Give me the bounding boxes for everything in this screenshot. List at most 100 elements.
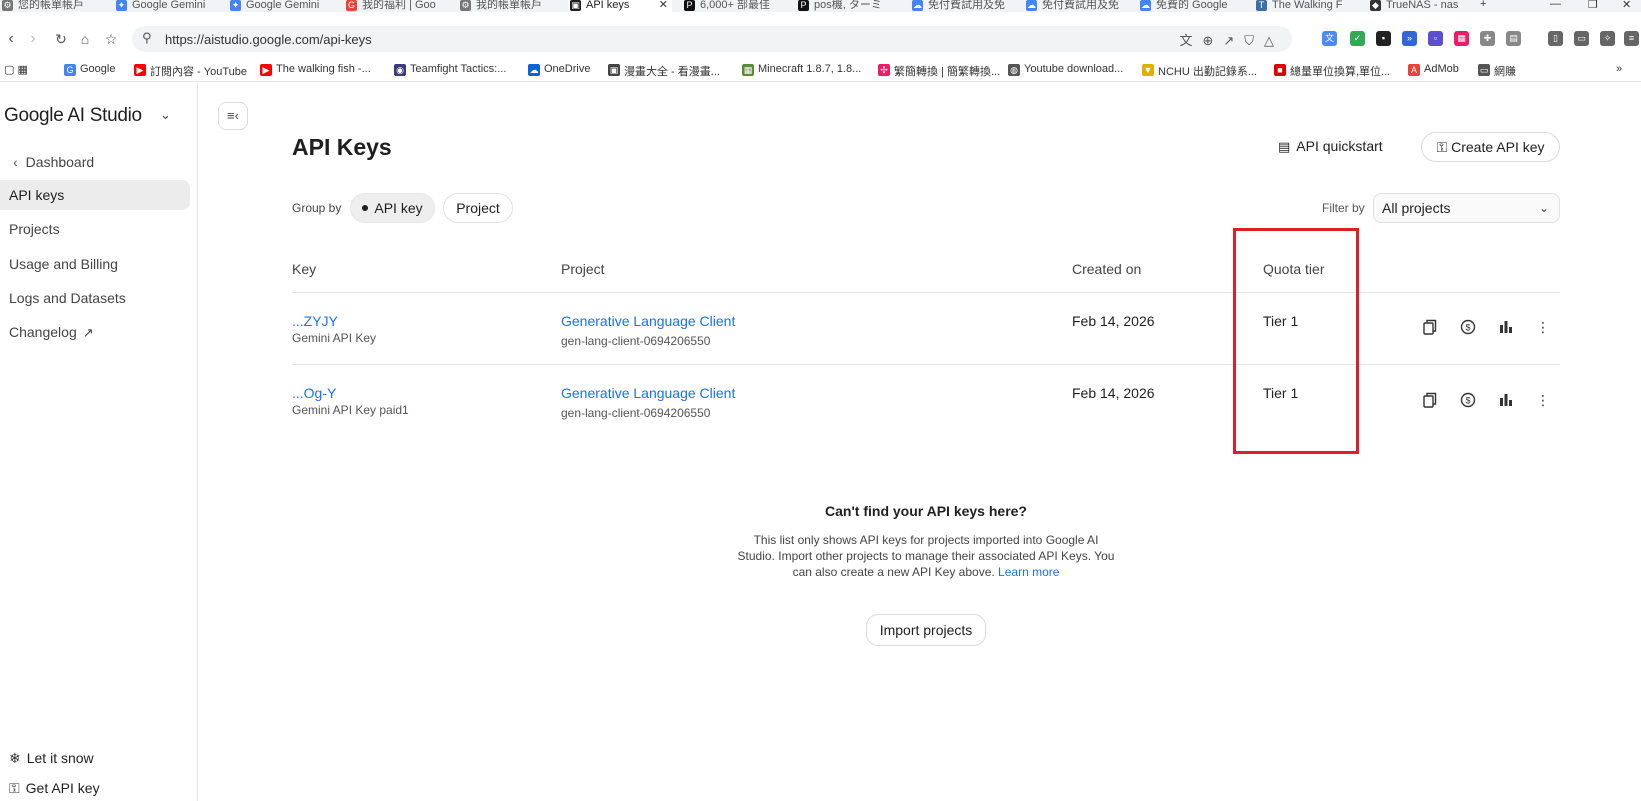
collapse-sidebar-button[interactable]: ≡‹	[218, 102, 248, 130]
bookmark-item[interactable]: ▼ NCHU 出勤記錄系...	[1142, 63, 1257, 79]
bookmark-item[interactable]: ▶ The walking fish -...	[260, 63, 371, 76]
ext-icon[interactable]: ▪	[1376, 31, 1391, 46]
menu-icon[interactable]: ≡	[1624, 31, 1639, 46]
create-api-key-button[interactable]: ⚿ Create API key	[1421, 132, 1560, 162]
sidebar-item-usage-billing[interactable]: Usage and Billing	[0, 249, 190, 279]
key-link[interactable]: ...Og-Y	[292, 385, 336, 401]
browser-tab[interactable]: ✦ Google Gemini	[114, 0, 214, 12]
bookmark-icon[interactable]: ☆	[100, 28, 122, 50]
bookmark-item[interactable]: ▶ 訂閱內容 - YouTube	[134, 63, 247, 79]
sidebar-item-changelog[interactable]: Changelog ↗	[0, 317, 190, 347]
api-quickstart-link[interactable]: ▤ API quickstart	[1278, 138, 1383, 155]
translate-ext-icon[interactable]: 文	[1322, 31, 1337, 46]
sidebar: Google AI Studio ⌄ ‹ Dashboard API keys P…	[0, 83, 198, 801]
browser-tab[interactable]: ✦ Google Gemini	[228, 0, 328, 12]
project-link[interactable]: Generative Language Client	[561, 385, 735, 401]
gear-icon: ⚙	[2, 0, 13, 11]
back-to-dashboard[interactable]: ‹ Dashboard	[13, 154, 94, 170]
chevron-down-icon: ⌄	[1538, 201, 1549, 215]
browser-toolbar: ‹ › ↻ ⌂ ☆ ⚲ https://aistudio.google.com/…	[0, 24, 1641, 54]
copy-icon[interactable]	[1420, 317, 1440, 337]
bookmark-item[interactable]: ◍ Youtube download...	[1008, 63, 1123, 76]
more-bookmarks-icon[interactable]: »	[1616, 63, 1622, 75]
sidebar-item-projects[interactable]: Projects	[0, 214, 190, 244]
bookmark-item[interactable]: ✣ 繁簡轉換 | 簡繁轉換...	[878, 63, 1000, 79]
bookmarks-bar: ▢ ▦ G Google ▶ 訂閱內容 - YouTube ▶ The walking…	[0, 58, 1641, 82]
minimize-icon[interactable]: —	[1550, 0, 1561, 10]
bookmark-item[interactable]: ☁ OneDrive	[528, 63, 590, 76]
get-api-key-button[interactable]: ⚿ Get API key	[9, 780, 100, 797]
billing-icon[interactable]: $	[1458, 390, 1478, 410]
chevron-left-icon: ‹	[13, 154, 18, 170]
learn-more-link[interactable]: Learn more	[998, 565, 1059, 579]
browser-tab[interactable]: ◆ TrueNAS - nas	[1368, 0, 1468, 12]
let-it-snow-button[interactable]: ❄ Let it snow	[9, 750, 94, 767]
wallet-icon[interactable]: ▭	[1574, 31, 1589, 46]
chevron-down-icon[interactable]: ⌄	[160, 107, 171, 123]
ext-icon[interactable]: ▤	[1506, 31, 1521, 46]
billing-icon[interactable]: $	[1458, 317, 1478, 337]
address-bar-icons[interactable]: 文⊕↗⛉△	[1179, 30, 1284, 49]
browser-tab[interactable]: Ppos機, ターミ	[796, 0, 896, 12]
bookmark-item[interactable]: A AdMob	[1408, 63, 1459, 76]
red-square-icon: ■	[1274, 64, 1286, 76]
more-options-icon[interactable]: ⋮	[1533, 317, 1553, 337]
bookmark-item[interactable]: G Google	[64, 63, 115, 76]
more-options-icon[interactable]: ⋮	[1533, 390, 1553, 410]
ext-icon[interactable]: ▦	[1454, 31, 1469, 46]
browser-tab[interactable]: ☁ 免付費試用及免	[910, 0, 1010, 12]
puzzle-icon[interactable]: ✚	[1480, 31, 1495, 46]
group-by-label: Group by	[292, 201, 342, 215]
browser-tab[interactable]: ⚙ 您的帳單帳戶	[0, 0, 104, 12]
key-link[interactable]: ...ZYJY	[292, 313, 338, 329]
minecraft-icon: ▦	[742, 64, 754, 76]
bookmark-folder[interactable]: ▭ 網賺	[1478, 63, 1516, 79]
table-divider	[292, 292, 1560, 293]
browser-tab[interactable]: ⚙ 我的帳單帳戶	[458, 0, 558, 12]
browser-tab[interactable]: P 6,000+ 部最佳	[682, 0, 782, 12]
back-icon[interactable]: ‹	[0, 28, 22, 50]
column-header-project: Project	[561, 261, 605, 277]
copy-icon[interactable]	[1420, 390, 1440, 410]
browser-tab[interactable]: ☁ 免付費試用及免	[1024, 0, 1124, 12]
svg-text:$: $	[1465, 396, 1470, 406]
sidebar-item-logs-datasets[interactable]: Logs and Datasets	[0, 283, 190, 313]
bookmark-item[interactable]: ▣ 漫畫大全 - 看漫畫...	[608, 63, 720, 79]
ext-icon[interactable]: ▫	[1428, 31, 1443, 46]
bookmark-item[interactable]: ◉ Teamfight Tactics:...	[394, 63, 506, 76]
brand-logo[interactable]: Google AI Studio	[4, 105, 142, 127]
sparkle-icon[interactable]: ✧	[1600, 31, 1615, 46]
address-bar[interactable]: ⚲ https://aistudio.google.com/api-keys 文…	[132, 26, 1292, 52]
project-link[interactable]: Generative Language Client	[561, 313, 735, 329]
usage-chart-icon[interactable]	[1496, 390, 1516, 410]
forward-icon[interactable]: ›	[22, 28, 44, 50]
bookmark-item[interactable]: ▦ Minecraft 1.8.7, 1.8...	[742, 63, 861, 76]
restore-icon[interactable]: ❐	[1588, 0, 1598, 11]
project-filter-select[interactable]: All projects ⌄	[1373, 193, 1560, 223]
usage-chart-icon[interactable]	[1496, 317, 1516, 337]
close-tab-icon[interactable]: ✕	[659, 0, 668, 12]
home-icon[interactable]: ⌂	[74, 28, 96, 50]
browser-tab[interactable]: G 我的福利 | Goo	[344, 0, 444, 12]
reload-icon[interactable]: ↻	[50, 28, 72, 50]
ext-icon[interactable]: »	[1402, 31, 1417, 46]
column-header-created: Created on	[1072, 261, 1142, 277]
group-by-api-key-chip[interactable]: API key	[350, 193, 435, 223]
apps-icon[interactable]: ▢ ▦	[4, 63, 28, 76]
sidebar-toggle-icon[interactable]: ▯	[1548, 31, 1563, 46]
sidebar-item-api-keys[interactable]: API keys	[0, 180, 190, 210]
tw-icon: T	[1256, 0, 1267, 11]
project-id: gen-lang-client-0694206550	[561, 334, 711, 348]
close-window-icon[interactable]: ✕	[1622, 0, 1631, 11]
import-projects-button[interactable]: Import projects	[866, 614, 986, 646]
browser-tab[interactable]: T The Walking F	[1254, 0, 1354, 12]
bookmark-item[interactable]: ■ 總量單位換算,單位...	[1274, 63, 1390, 79]
url-text[interactable]: https://aistudio.google.com/api-keys	[165, 32, 372, 47]
group-by-project-chip[interactable]: Project	[443, 193, 513, 223]
browser-tab[interactable]: ☁ 免費的 Google	[1138, 0, 1238, 12]
browser-tab-active[interactable]: ▣ API keys ✕	[568, 0, 672, 12]
tft-icon: ◉	[394, 64, 406, 76]
new-tab-icon[interactable]: +	[1480, 0, 1486, 10]
site-settings-icon[interactable]: ⚲	[142, 30, 152, 46]
shield-ext-icon[interactable]: ✓	[1350, 31, 1365, 46]
